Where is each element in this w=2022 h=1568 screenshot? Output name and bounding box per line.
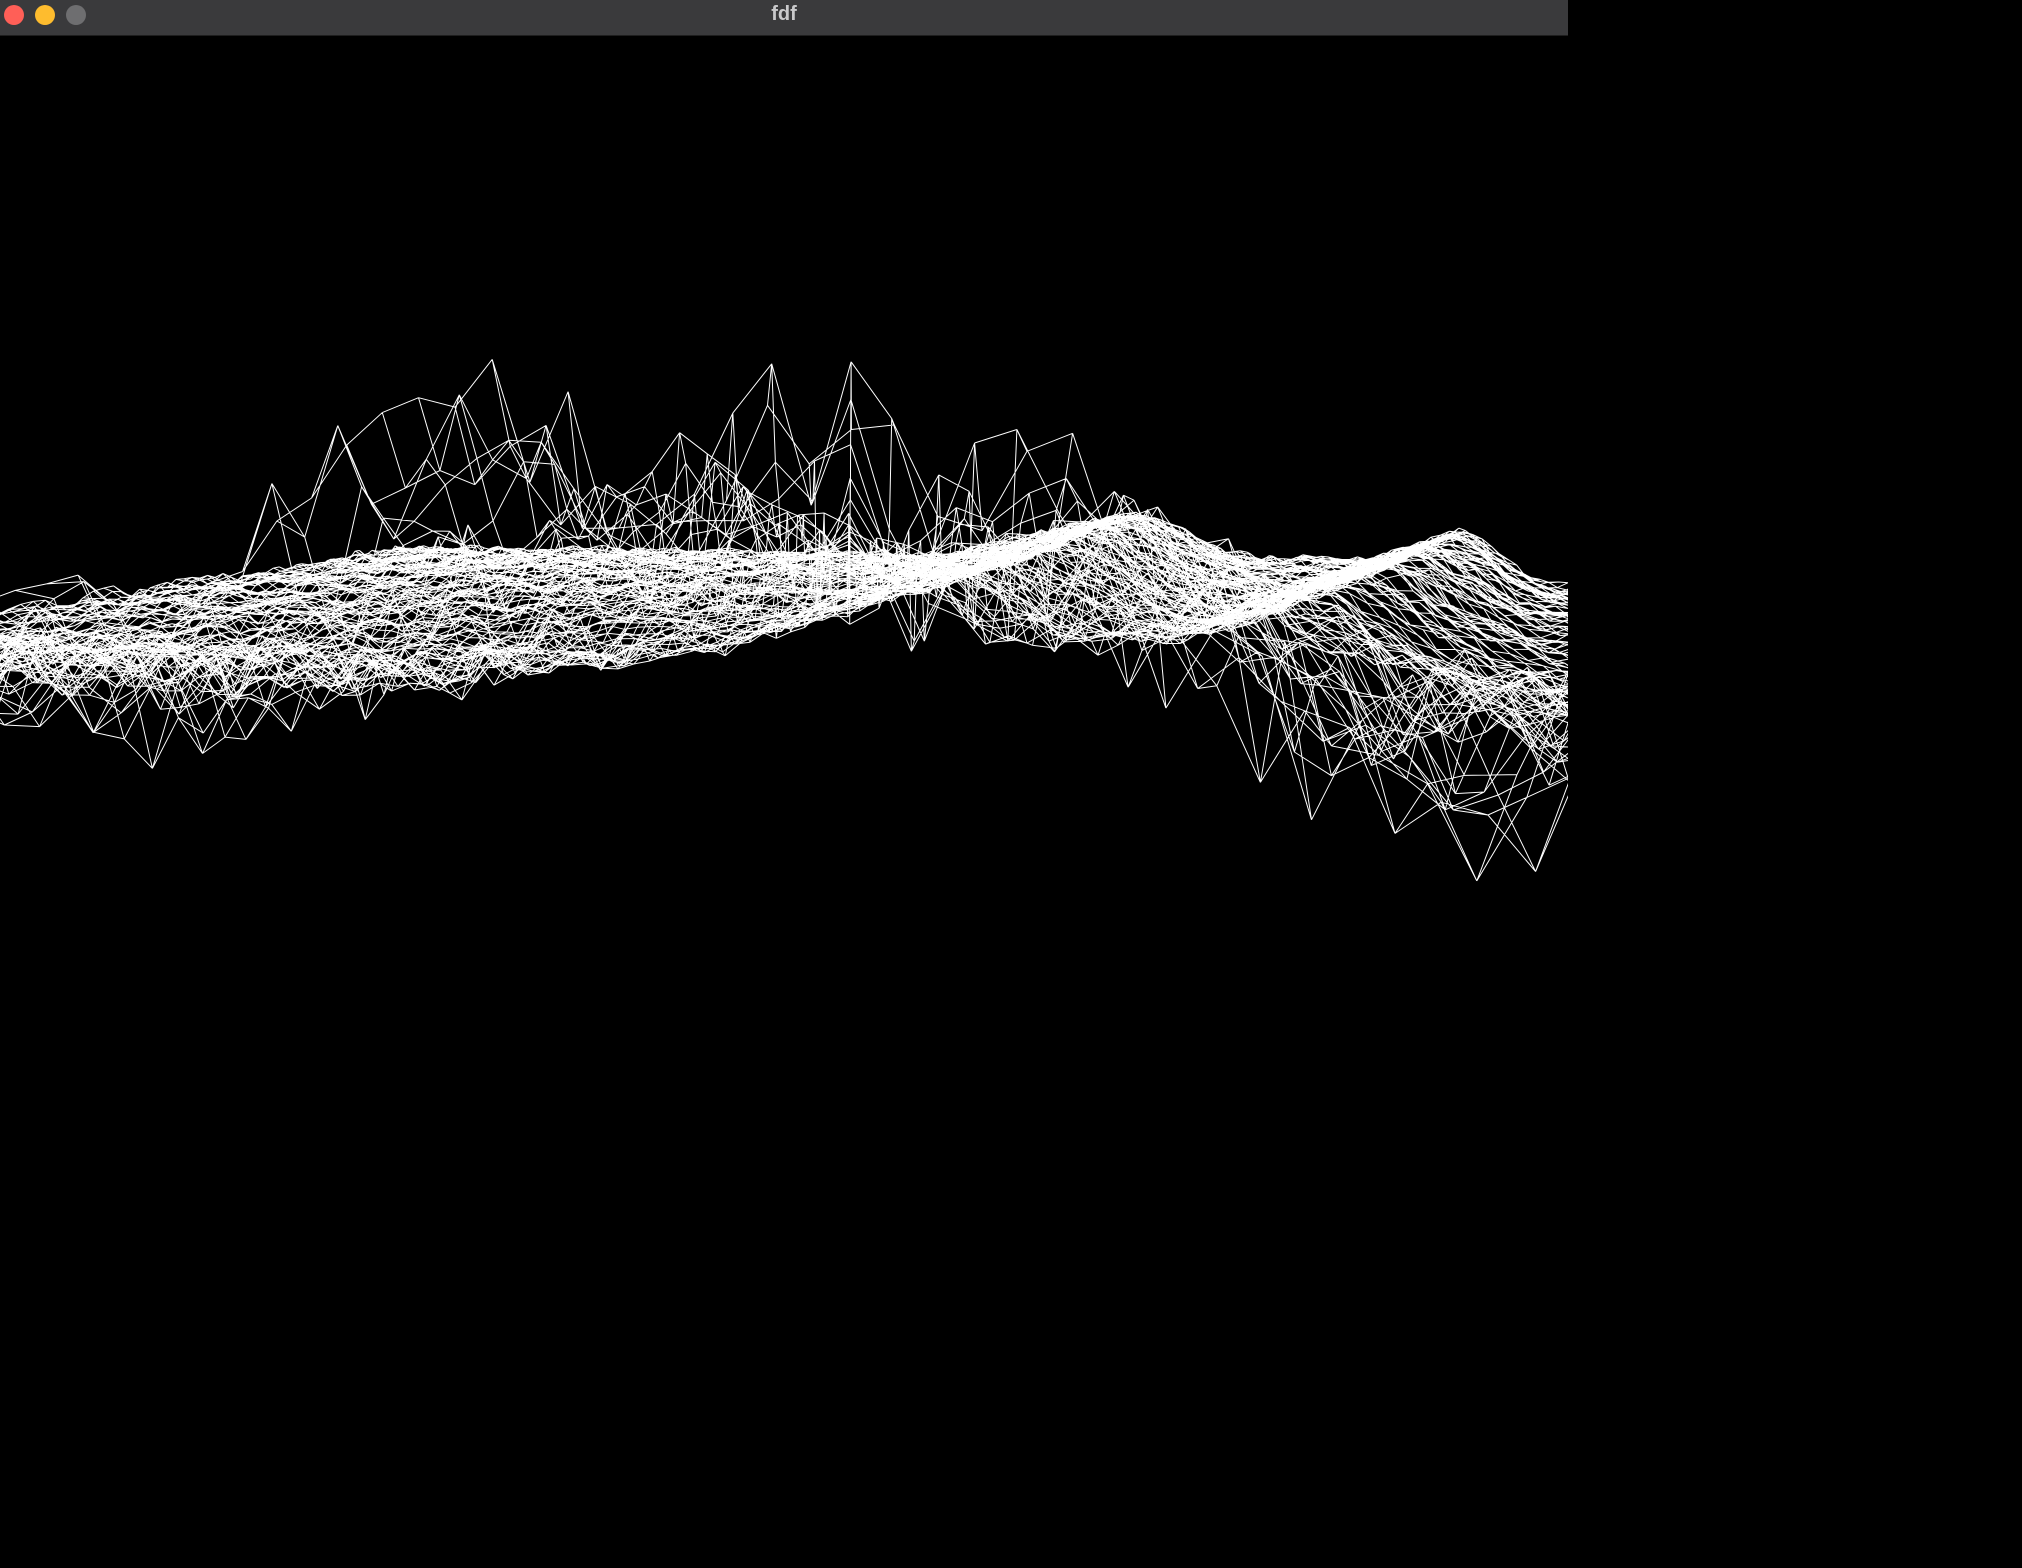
render-viewport <box>0 36 1568 1216</box>
wireframe-terrain <box>0 359 1568 882</box>
title-bar[interactable]: fdf <box>0 0 1568 36</box>
fdf-window: fdf <box>0 0 1568 1216</box>
window-title: fdf <box>771 3 797 25</box>
terrain-mesh-lines <box>0 359 1568 882</box>
